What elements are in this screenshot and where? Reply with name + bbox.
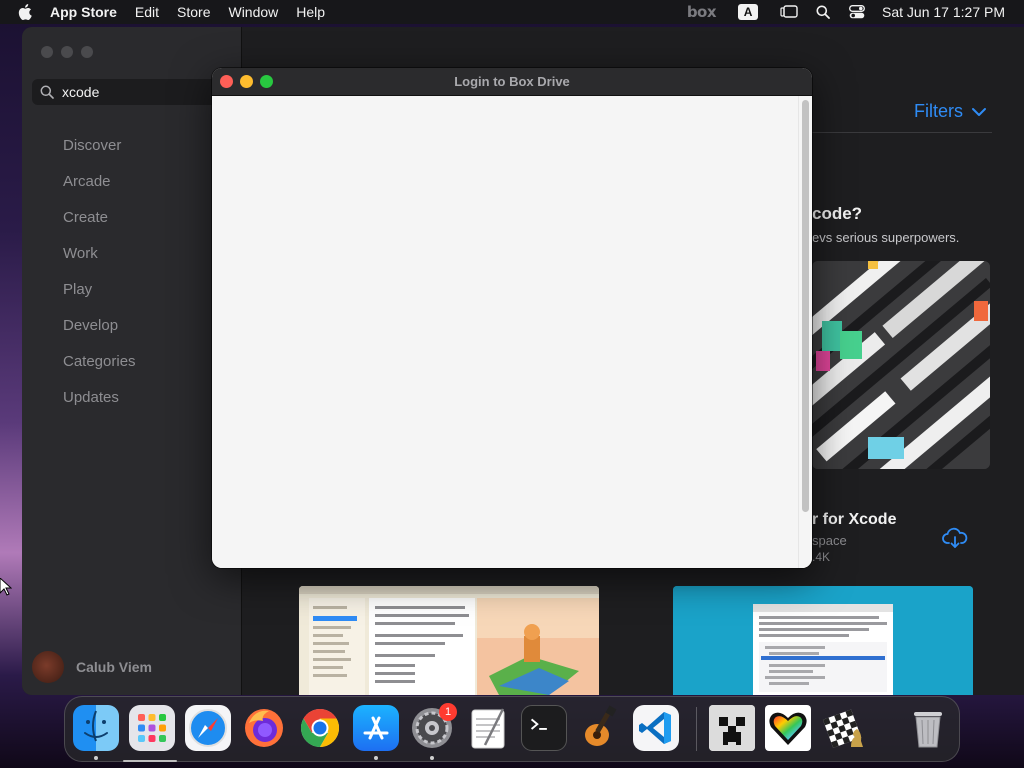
menu-window[interactable]: Window: [228, 4, 278, 20]
app-listing-subtitle: space: [812, 533, 847, 548]
login-scrollbar-thumb[interactable]: [802, 100, 809, 512]
window-zoom-button[interactable]: [81, 46, 93, 58]
dock-safari-icon[interactable]: [185, 705, 231, 751]
filters-label: Filters: [914, 101, 963, 121]
app-store-sidebar: xcode Discover Arcade Create Work Play D…: [22, 27, 242, 695]
dock-pixel-heart-icon[interactable]: [765, 705, 811, 751]
screenshot-preview-playgrounds[interactable]: [299, 586, 599, 695]
sidebar-item-play[interactable]: Play: [22, 271, 242, 307]
promo-artwork[interactable]: [812, 261, 990, 469]
stage-manager-icon[interactable]: [780, 3, 798, 21]
dock-app-store-icon[interactable]: [353, 705, 399, 751]
dock-running-indicator: [374, 756, 378, 760]
sidebar-item-develop[interactable]: Develop: [22, 307, 242, 343]
sidebar-item-arcade[interactable]: Arcade: [22, 163, 242, 199]
menu-help[interactable]: Help: [296, 4, 325, 20]
promo-subtitle: evs serious superpowers.: [812, 230, 960, 245]
dock-firefox-icon[interactable]: [241, 705, 287, 751]
sidebar-item-categories[interactable]: Categories: [22, 343, 242, 379]
app-listing-title[interactable]: r for Xcode: [812, 511, 896, 529]
menu-store[interactable]: Store: [177, 4, 210, 20]
login-webview-content[interactable]: [212, 96, 812, 568]
filters-button[interactable]: Filters: [914, 101, 987, 122]
divider: [812, 132, 992, 133]
dock: 1: [64, 696, 960, 762]
dock-scroll-indicator: [123, 760, 177, 762]
sidebar-nav: Discover Arcade Create Work Play Develop…: [22, 127, 242, 415]
dock-running-indicator: [94, 756, 98, 760]
screenshot-preview-xcode[interactable]: [673, 586, 973, 695]
sidebar-item-create[interactable]: Create: [22, 199, 242, 235]
dock-separator: [696, 707, 697, 751]
app-listing-rating-count: .4K: [812, 550, 831, 564]
notification-badge: 1: [439, 703, 457, 721]
login-window-titlebar[interactable]: Login to Box Drive: [212, 68, 812, 96]
dock-chess-icon[interactable]: [821, 705, 867, 751]
cloud-download-icon[interactable]: [942, 527, 968, 549]
promo-title[interactable]: code?: [812, 204, 862, 224]
chevron-down-icon: [972, 107, 986, 116]
dock-minecraft-icon[interactable]: [709, 705, 755, 751]
login-window-title: Login to Box Drive: [454, 74, 570, 89]
window-close-button[interactable]: [41, 46, 53, 58]
sidebar-item-updates[interactable]: Updates: [22, 379, 242, 415]
dock-terminal-icon[interactable]: [521, 705, 567, 751]
dock-system-settings-icon[interactable]: 1: [409, 703, 457, 751]
menu-app-name[interactable]: App Store: [50, 4, 117, 20]
search-icon: [40, 85, 54, 99]
account-button[interactable]: Calub Viem: [32, 651, 152, 683]
dock-chrome-icon[interactable]: [297, 705, 343, 751]
dock-garageband-icon[interactable]: [577, 705, 623, 751]
input-source-indicator[interactable]: A: [738, 4, 759, 20]
window-close-button[interactable]: [220, 75, 233, 88]
user-name: Calub Viem: [76, 659, 152, 675]
dock-finder-icon[interactable]: [73, 705, 119, 751]
dock-running-indicator: [430, 756, 434, 760]
window-zoom-button[interactable]: [260, 75, 273, 88]
avatar: [32, 651, 64, 683]
menu-bar: App Store Edit Store Window Help box A S…: [0, 0, 1024, 24]
mouse-cursor-icon: [0, 578, 12, 596]
search-input[interactable]: xcode: [62, 84, 99, 100]
window-minimize-button[interactable]: [240, 75, 253, 88]
menu-extras: box A Sat Jun 17 1:27 PM: [687, 0, 1024, 24]
control-center-icon[interactable]: [848, 3, 866, 21]
dock-trash-icon[interactable]: [905, 705, 951, 751]
box-drive-login-window: Login to Box Drive: [212, 68, 812, 568]
menu-clock[interactable]: Sat Jun 17 1:27 PM: [882, 4, 1005, 20]
sidebar-item-discover[interactable]: Discover: [22, 127, 242, 163]
dock-vscode-icon[interactable]: [633, 705, 679, 751]
apple-menu-icon[interactable]: [18, 4, 34, 20]
spotlight-search-icon[interactable]: [814, 3, 832, 21]
sidebar-item-work[interactable]: Work: [22, 235, 242, 271]
window-minimize-button[interactable]: [61, 46, 73, 58]
box-drive-status-icon[interactable]: box: [687, 3, 717, 21]
dock-textedit-icon[interactable]: [465, 705, 511, 751]
search-field[interactable]: xcode: [32, 79, 232, 105]
dock-launchpad-icon[interactable]: [129, 705, 175, 751]
menu-edit[interactable]: Edit: [135, 4, 159, 20]
